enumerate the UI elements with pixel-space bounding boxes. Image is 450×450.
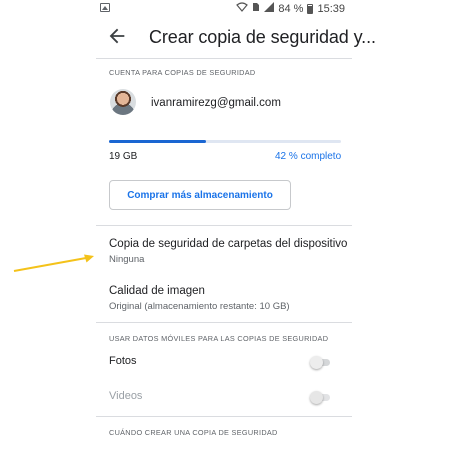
videos-toggle-thumb [310,391,323,404]
videos-toggle-label: Videos [109,390,143,402]
photos-toggle-label: Fotos [109,355,137,367]
videos-toggle[interactable] [310,390,332,404]
storage-percent-label: 42 % completo [275,151,342,162]
app-bar: Crear copia de seguridad y... [95,22,376,54]
folders-setting-title: Copia de seguridad de carpetas del dispo… [109,238,348,250]
avatar [110,89,136,115]
quality-setting-title: Calidad de imagen [109,285,205,297]
sim-icon [252,2,260,16]
buy-storage-button[interactable]: Comprar más almacenamiento [109,180,291,210]
account-email[interactable]: ivanramirezg@gmail.com [151,97,281,109]
battery-icon [307,4,314,14]
when-section-heading: CUÁNDO CREAR UNA COPIA DE SEGURIDAD [109,428,278,437]
status-bar: 84 % 15:39 [0,0,450,18]
annotation-arrow-icon [13,254,94,272]
photos-toggle-thumb [310,356,323,369]
account-section-heading: CUENTA PARA COPIAS DE SEGURIDAD [109,68,256,77]
status-icons: 84 % 15:39 [236,2,345,16]
quality-setting-value: Original (almacenamiento restante: 10 GB… [109,301,290,312]
storage-progress-fill [109,140,207,143]
signal-icon [264,2,275,16]
clock: 15:39 [317,3,345,15]
back-arrow-icon[interactable] [106,25,128,47]
mobile-data-divider [96,416,352,417]
wifi-icon [236,2,249,16]
mobile-data-heading: USAR DATOS MÓVILES PARA LAS COPIAS DE SE… [109,334,329,343]
header-divider [96,58,352,59]
storage-used-label: 19 GB [109,151,138,162]
photos-toggle[interactable] [310,355,332,369]
page-title: Crear copia de seguridad y... [149,27,376,47]
image-icon [100,3,110,12]
quality-divider [96,322,352,323]
account-divider [96,225,352,226]
folders-setting-value: Ninguna [109,254,145,265]
battery-percent: 84 % [278,3,304,15]
storage-progress-bar [109,140,341,143]
